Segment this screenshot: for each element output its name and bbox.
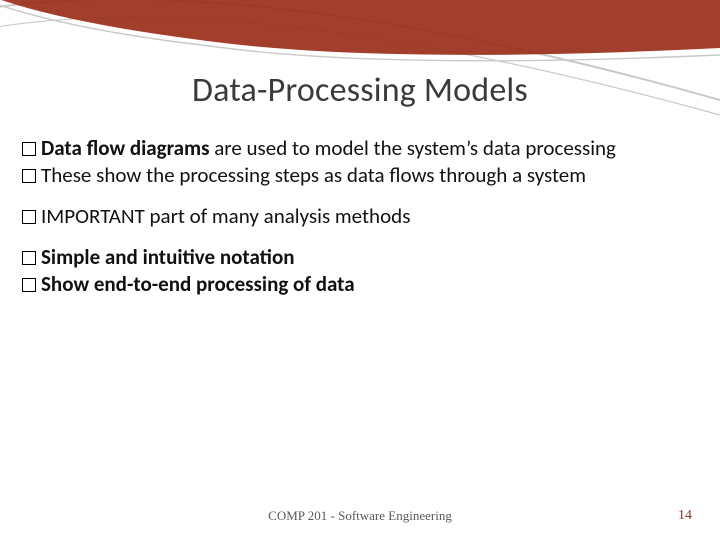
bullet-item: Data flow diagrams are used to model the… [22,135,698,162]
page-number: 14 [678,508,692,524]
bullet-item: These show the processing steps as data … [22,162,698,189]
square-bullet-icon [22,251,36,265]
square-bullet-icon [22,142,36,156]
square-bullet-icon [22,169,36,183]
bullet-bold: Data flow diagrams [41,135,209,161]
slide-body: Data flow diagrams are used to model the… [22,135,698,311]
bullet-text: are used to model the system’s data proc… [209,135,615,161]
bullet-text: IMPORTANT part of many analysis methods [41,203,410,229]
slide-title: Data-Processing Models [0,70,720,111]
bullet-bold: Simple and intuitive notation [41,244,295,270]
footer-course: COMP 201 - Software Engineering [0,508,720,524]
square-bullet-icon [22,210,36,224]
bullet-group: IMPORTANT part of many analysis methods [22,203,698,230]
bullet-item: Show end-to-end processing of data [22,271,698,298]
bullet-text: These show the processing steps as data … [41,162,586,188]
square-bullet-icon [22,278,36,292]
bullet-bold: Show end-to-end processing of data [41,271,355,297]
bullet-item: IMPORTANT part of many analysis methods [22,203,698,230]
bullet-group: Simple and intuitive notation Show end-t… [22,244,698,298]
bullet-item: Simple and intuitive notation [22,244,698,271]
bullet-group: Data flow diagrams are used to model the… [22,135,698,189]
